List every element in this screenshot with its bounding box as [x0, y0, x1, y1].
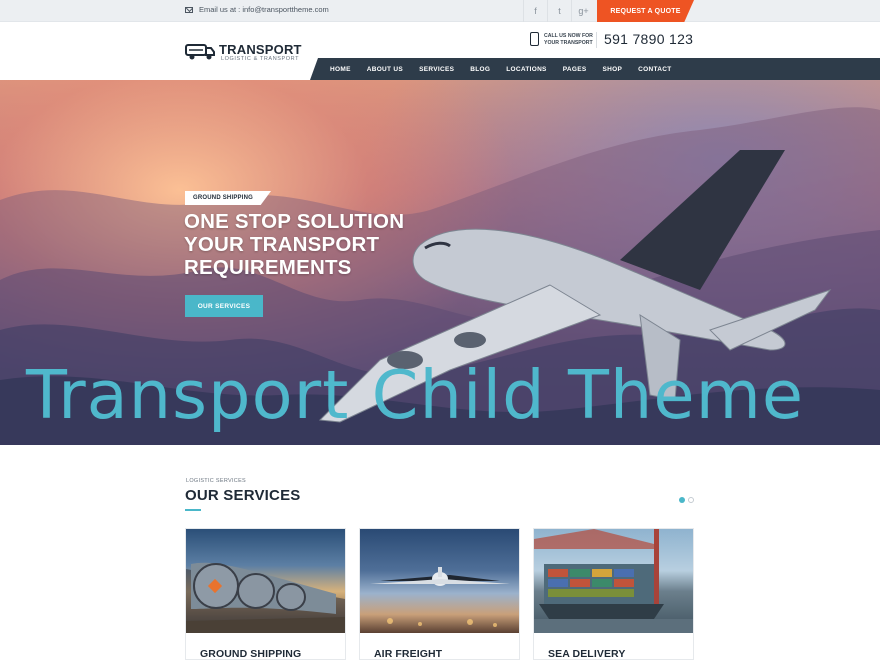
hero-headline-line-1: ONE STOP SOLUTION	[184, 210, 405, 233]
logo-subtitle: LOGISTIC & TRANSPORT	[221, 56, 300, 62]
theme-watermark: Transport Child Theme	[26, 356, 805, 434]
hero-headline-line-3: REQUIREMENTS	[184, 256, 352, 279]
nav-home[interactable]: HOME	[330, 66, 351, 73]
card-label: GROUND SHIPPING	[200, 648, 302, 660]
main-nav: HOME ABOUT US SERVICES BLOG LOCATIONS PA…	[310, 58, 880, 80]
top-bar: Email us at : info@transporttheme.com f …	[0, 0, 880, 22]
google-plus-link[interactable]: g+	[571, 0, 595, 22]
card-label: SEA DELIVERY	[548, 648, 626, 660]
hero-slider: GROUND SHIPPING ONE STOP SOLUTION YOUR T…	[0, 80, 880, 445]
plane-image	[360, 529, 519, 633]
email-text: Email us at : info@transporttheme.com	[199, 5, 329, 14]
services-title: OUR SERVICES	[185, 487, 301, 504]
email-info[interactable]: Email us at : info@transporttheme.com	[185, 5, 329, 14]
call-label: CALL US NOW FOR YOUR TRANSPORT	[544, 33, 593, 46]
phone-number[interactable]: 591 7890 123	[604, 31, 693, 47]
envelope-icon	[185, 6, 193, 13]
card-label: AIR FREIGHT	[374, 648, 443, 660]
nav-blog[interactable]: BLOG	[470, 66, 490, 73]
hero-headline-line-2: YOUR TRANSPORT	[184, 233, 380, 256]
nav-about-us[interactable]: ABOUT US	[367, 66, 403, 73]
train-image	[186, 529, 345, 633]
title-underline	[185, 509, 201, 511]
nav-contact[interactable]: CONTACT	[638, 66, 671, 73]
carousel-dot-active[interactable]	[679, 497, 685, 503]
logo-title[interactable]: TRANSPORT	[219, 42, 302, 57]
nav-pages[interactable]: PAGES	[563, 66, 587, 73]
request-quote-button[interactable]: REQUEST A QUOTE	[597, 0, 694, 22]
truck-logo-icon[interactable]	[185, 41, 215, 61]
ship-image	[534, 529, 693, 633]
our-services-button[interactable]: OUR SERVICES	[185, 295, 263, 317]
services-kicker: LOGISTIC SERVICES	[186, 478, 247, 484]
nav-services[interactable]: SERVICES	[419, 66, 454, 73]
service-card-sea-delivery[interactable]: SEA DELIVERY	[533, 528, 694, 660]
twitter-icon: t	[558, 6, 561, 16]
service-card-ground-shipping[interactable]: GROUND SHIPPING	[185, 528, 346, 660]
nav-shop[interactable]: SHOP	[602, 66, 622, 73]
twitter-link[interactable]: t	[547, 0, 571, 22]
phone-icon	[530, 32, 539, 46]
carousel-dot[interactable]	[688, 497, 694, 503]
facebook-icon: f	[534, 6, 537, 16]
facebook-link[interactable]: f	[523, 0, 547, 22]
service-card-air-freight[interactable]: AIR FREIGHT	[359, 528, 520, 660]
google-plus-icon: g+	[578, 6, 589, 16]
divider	[596, 32, 597, 48]
hero-badge: GROUND SHIPPING	[185, 191, 272, 205]
nav-locations[interactable]: LOCATIONS	[506, 66, 547, 73]
